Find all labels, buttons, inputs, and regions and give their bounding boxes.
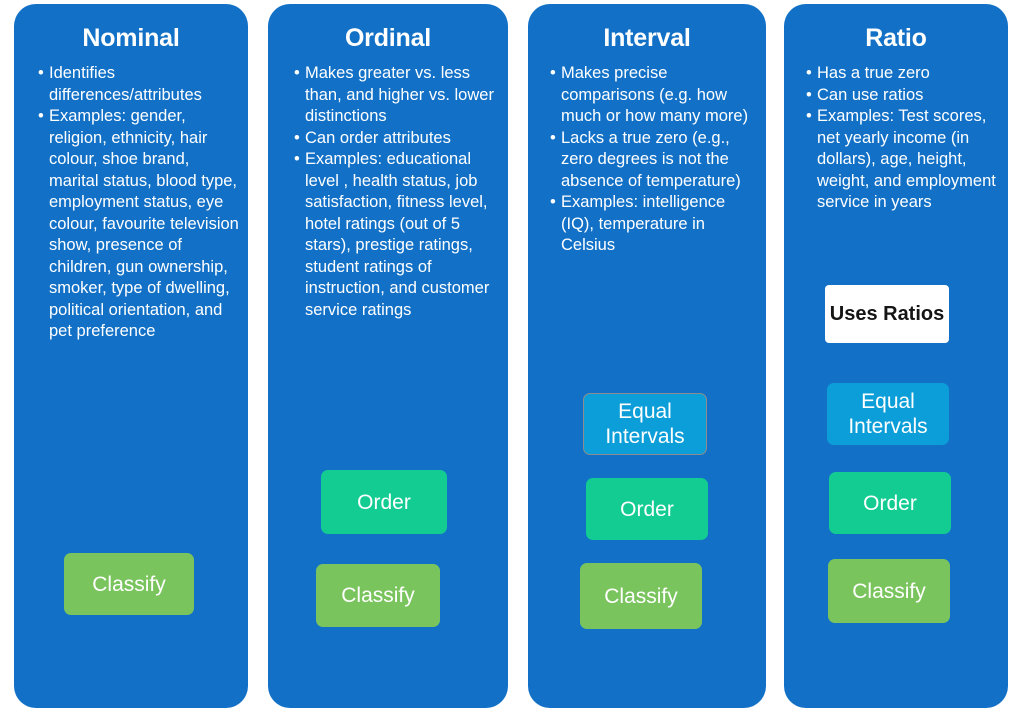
panel-interval[interactable]: Interval Makes precise comparisons (e.g.… xyxy=(528,4,766,708)
equal-intervals-button[interactable]: Equal Intervals xyxy=(583,393,707,455)
panel-nominal[interactable]: Nominal Identifies differences/attribute… xyxy=(14,4,248,708)
order-button[interactable]: Order xyxy=(829,472,951,534)
order-button[interactable]: Order xyxy=(321,470,447,534)
list-item: Can use ratios xyxy=(806,85,1002,107)
levels-of-measurement-diagram: Nominal Identifies differences/attribute… xyxy=(0,0,1024,716)
bullet-list-nominal: Identifies differences/attributes Exampl… xyxy=(38,63,242,343)
list-item: Lacks a true zero (e.g., zero degrees is… xyxy=(550,128,760,193)
panel-title-ordinal: Ordinal xyxy=(344,24,432,52)
bullet-list-interval: Makes precise comparisons (e.g. how much… xyxy=(550,63,760,257)
list-item: Makes greater vs. less than, and higher … xyxy=(294,63,502,128)
list-item: Has a true zero xyxy=(806,63,1002,85)
list-item: Examples: intelligence (IQ), temperature… xyxy=(550,192,760,257)
classify-button[interactable]: Classify xyxy=(828,559,950,623)
panel-title-ratio: Ratio xyxy=(865,24,927,52)
classify-button[interactable]: Classify xyxy=(580,563,702,629)
classify-button[interactable]: Classify xyxy=(316,564,440,627)
list-item: Examples: Test scores, net yearly income… xyxy=(806,106,1002,214)
list-item: Identifies differences/attributes xyxy=(38,63,242,106)
panel-title-interval: Interval xyxy=(603,24,691,52)
list-item: Can order attributes xyxy=(294,128,502,150)
panel-ratio[interactable]: Ratio Has a true zero Can use ratios Exa… xyxy=(784,4,1008,708)
panel-ordinal[interactable]: Ordinal Makes greater vs. less than, and… xyxy=(268,4,508,708)
list-item: Makes precise comparisons (e.g. how much… xyxy=(550,63,760,128)
panel-title-nominal: Nominal xyxy=(82,24,180,52)
classify-button[interactable]: Classify xyxy=(64,553,194,615)
uses-ratios-button[interactable]: Uses Ratios xyxy=(825,285,949,343)
list-item: Examples: educational level , health sta… xyxy=(294,149,502,321)
order-button[interactable]: Order xyxy=(586,478,708,540)
bullet-list-ratio: Has a true zero Can use ratios Examples:… xyxy=(806,63,1002,214)
equal-intervals-button[interactable]: Equal Intervals xyxy=(827,383,949,445)
bullet-list-ordinal: Makes greater vs. less than, and higher … xyxy=(294,63,502,321)
list-item: Examples: gender, religion, ethnicity, h… xyxy=(38,106,242,343)
